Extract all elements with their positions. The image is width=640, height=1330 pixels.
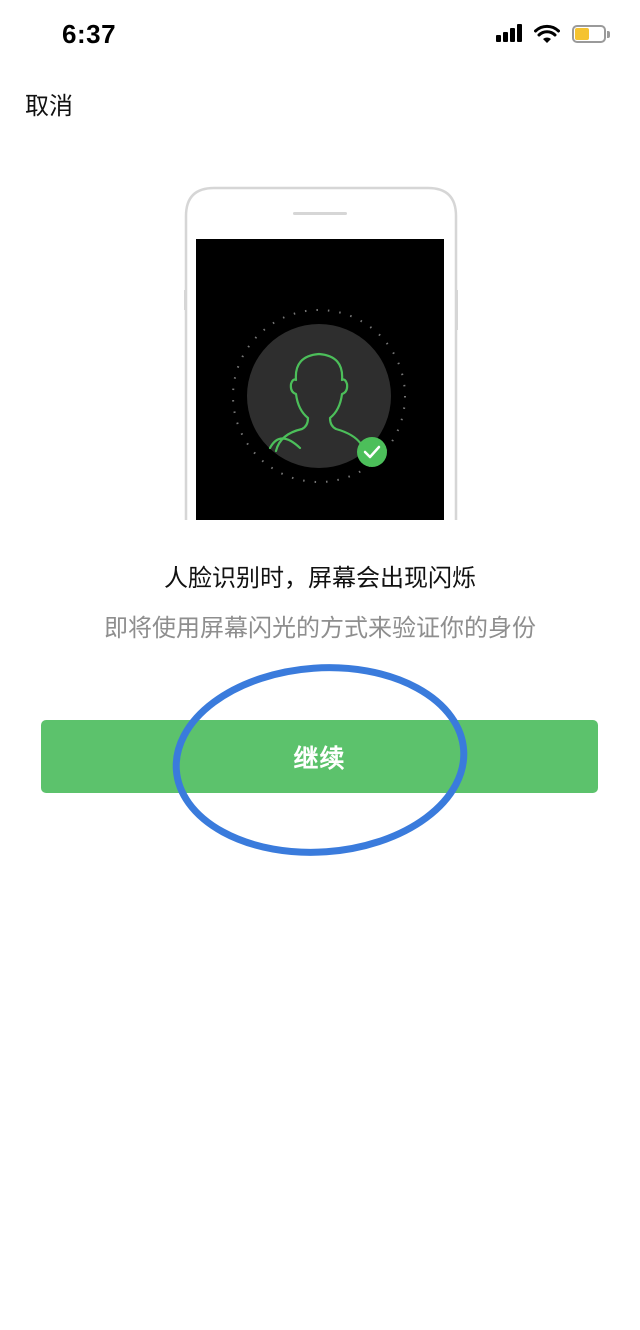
status-bar: 6:37	[0, 0, 640, 70]
cancel-button[interactable]: 取消	[25, 86, 73, 121]
status-icons	[496, 22, 610, 46]
wifi-icon	[534, 24, 560, 43]
battery-icon	[572, 24, 610, 44]
page-subtitle: 即将使用屏幕闪光的方式来验证你的身份	[104, 614, 536, 642]
face-scan-illustration	[184, 186, 458, 520]
page-title: 人脸识别时，屏幕会出现闪烁	[164, 564, 476, 592]
status-time: 6:37	[62, 19, 117, 49]
signal-icon	[496, 24, 524, 44]
continue-button[interactable]: 继续	[41, 720, 598, 793]
